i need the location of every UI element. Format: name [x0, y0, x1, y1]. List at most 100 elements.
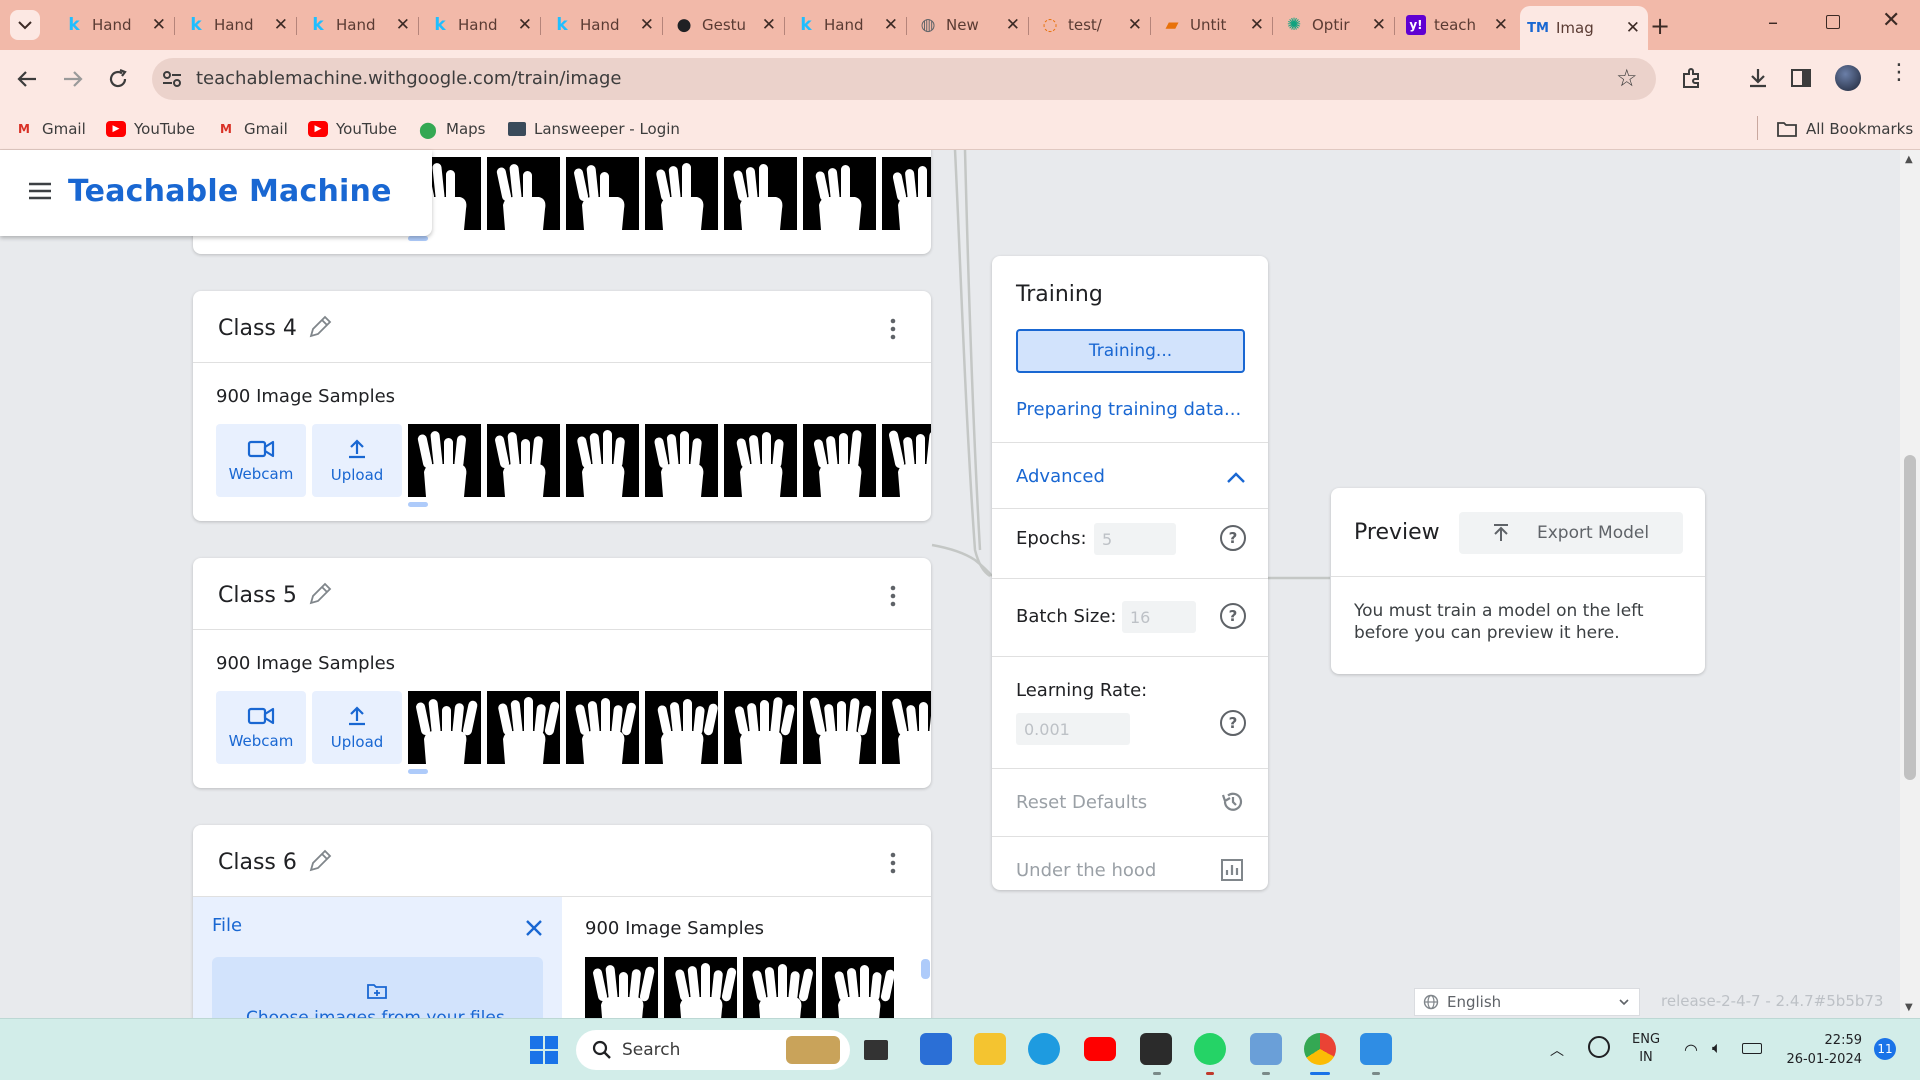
help-icon[interactable]: ? [1220, 710, 1246, 736]
paint-icon[interactable] [1360, 1033, 1392, 1065]
restore-button[interactable] [1826, 15, 1840, 29]
close-tab-icon[interactable]: ✕ [1006, 15, 1020, 35]
sample-thumbnail[interactable] [566, 424, 639, 497]
terminal-icon[interactable] [1140, 1033, 1172, 1065]
edge-icon[interactable] [1028, 1033, 1060, 1065]
browser-tab[interactable]: ✺ Optir ✕ [1276, 8, 1395, 42]
chart-icon[interactable] [1220, 858, 1244, 882]
edit-pencil-icon[interactable] [307, 314, 333, 340]
bookmark-gmail-2[interactable]: M Gmail [216, 116, 288, 142]
bookmark-maps[interactable]: ⬤ Maps [418, 116, 485, 142]
task-view-icon[interactable] [864, 1040, 888, 1060]
class-menu-icon[interactable] [890, 851, 896, 875]
bookmark-youtube-1[interactable]: ▶ YouTube [106, 116, 195, 142]
scroll-thumb[interactable] [1904, 455, 1916, 780]
minimize-button[interactable]: – [1768, 10, 1778, 34]
url-text[interactable]: teachablemachine.withgoogle.com/train/im… [196, 68, 621, 89]
help-icon[interactable]: ? [1220, 603, 1246, 629]
sample-thumbnail[interactable] [487, 157, 560, 230]
sample-thumbnail[interactable] [645, 157, 718, 230]
bookmark-gmail-1[interactable]: M Gmail [14, 116, 86, 142]
strip-scroll-indicator[interactable] [408, 502, 428, 507]
browser-tab[interactable]: ● Gestu ✕ [666, 8, 785, 42]
sample-thumbnail[interactable] [487, 424, 560, 497]
browser-tab[interactable]: y! teach ✕ [1398, 8, 1516, 42]
chevron-up-icon[interactable] [1226, 470, 1246, 484]
browser-tab[interactable]: k Hand ✕ [178, 8, 297, 42]
taskbar-search[interactable]: Search [576, 1030, 850, 1070]
close-window-button[interactable]: ✕ [1882, 8, 1900, 33]
sample-thumbnail[interactable] [803, 424, 876, 497]
close-tab-icon[interactable]: ✕ [1372, 15, 1386, 35]
battery-icon[interactable] [1742, 1043, 1762, 1054]
browser-tab[interactable]: ◍ New ✕ [910, 8, 1029, 42]
edit-pencil-icon[interactable] [307, 581, 333, 607]
edit-pencil-icon[interactable] [307, 848, 333, 874]
file-explorer-icon[interactable] [974, 1033, 1006, 1065]
sample-thumbnail[interactable] [408, 424, 481, 497]
close-tab-icon[interactable]: ✕ [762, 15, 776, 35]
history-icon[interactable] [1220, 789, 1246, 815]
wifi-icon[interactable]: ◠ [1684, 1040, 1698, 1059]
sample-thumbnail[interactable] [566, 691, 639, 764]
whatsapp-icon[interactable] [1194, 1033, 1226, 1065]
scroll-down-arrow[interactable]: ▼ [1905, 1002, 1913, 1013]
notification-badge[interactable]: 11 [1874, 1038, 1896, 1060]
clock[interactable]: 22:59 26-01-2024 [1782, 1031, 1862, 1069]
hamburger-menu-icon[interactable] [28, 182, 52, 200]
close-tab-icon[interactable]: ✕ [396, 15, 410, 35]
store-icon[interactable] [920, 1033, 952, 1065]
extensions-icon[interactable] [1680, 66, 1704, 90]
photos-icon[interactable] [1250, 1033, 1282, 1065]
tab-search-button[interactable] [10, 10, 40, 40]
learning-rate-input[interactable]: 0.001 [1016, 713, 1130, 745]
webcam-button[interactable]: Webcam [216, 691, 306, 764]
chrome-icon[interactable] [1304, 1033, 1336, 1065]
browser-tab[interactable]: k Hand ✕ [300, 8, 419, 42]
new-tab-button[interactable]: + [1650, 12, 1670, 40]
upload-button[interactable]: Upload [312, 424, 402, 497]
under-the-hood-button[interactable]: Under the hood [1016, 860, 1156, 881]
close-tab-icon[interactable]: ✕ [1626, 18, 1640, 38]
sample-thumbnail[interactable] [645, 691, 718, 764]
bookmark-star-icon[interactable]: ☆ [1616, 64, 1638, 92]
sample-thumbnail[interactable] [724, 691, 797, 764]
sample-thumbnail[interactable] [724, 157, 797, 230]
close-tab-icon[interactable]: ✕ [274, 15, 288, 35]
bookmark-youtube-2[interactable]: ▶ YouTube [308, 116, 397, 142]
browser-tab[interactable]: ▰ Untit ✕ [1154, 8, 1273, 42]
start-button[interactable] [530, 1036, 558, 1064]
back-icon[interactable] [16, 68, 38, 90]
help-icon[interactable]: ? [1220, 525, 1246, 551]
sample-thumbnail[interactable] [724, 424, 797, 497]
close-tab-icon[interactable]: ✕ [152, 15, 166, 35]
epochs-input[interactable]: 5 [1094, 523, 1176, 555]
strip-scroll-indicator[interactable] [408, 236, 428, 241]
profile-avatar[interactable] [1835, 65, 1861, 91]
sample-thumbnail[interactable] [803, 691, 876, 764]
sync-icon[interactable] [1588, 1036, 1610, 1058]
sample-thumbnail[interactable] [803, 157, 876, 230]
menu-dots-icon[interactable]: ⋮ [1888, 62, 1910, 84]
bookmark-lansweeper[interactable]: Lansweeper - Login [508, 116, 680, 142]
app-title[interactable]: Teachable Machine [68, 174, 392, 209]
reload-icon[interactable] [106, 67, 130, 91]
sample-thumbnail[interactable] [645, 424, 718, 497]
browser-tab[interactable]: k Hand ✕ [422, 8, 541, 42]
export-model-button[interactable]: Export Model [1459, 512, 1683, 554]
upload-button[interactable]: Upload [312, 691, 402, 764]
language-indicator[interactable]: ENG IN [1632, 1031, 1660, 1067]
sample-thumbnail[interactable] [882, 691, 931, 764]
volume-icon[interactable]: 🔈︎ [1712, 1038, 1722, 1058]
reset-defaults-button[interactable]: Reset Defaults [1016, 792, 1147, 813]
site-info-icon[interactable] [162, 70, 182, 88]
class-menu-icon[interactable] [890, 317, 896, 341]
download-icon[interactable] [1746, 66, 1770, 90]
browser-tab[interactable]: k Hand ✕ [788, 8, 907, 42]
advanced-toggle[interactable]: Advanced [1016, 466, 1105, 487]
browser-tab[interactable]: k Hand ✕ [544, 8, 663, 42]
class-menu-icon[interactable] [890, 584, 896, 608]
side-panel-icon[interactable] [1790, 67, 1812, 89]
sample-thumbnail[interactable] [882, 424, 931, 497]
browser-tab[interactable]: TM Imag ✕ [1520, 6, 1648, 50]
